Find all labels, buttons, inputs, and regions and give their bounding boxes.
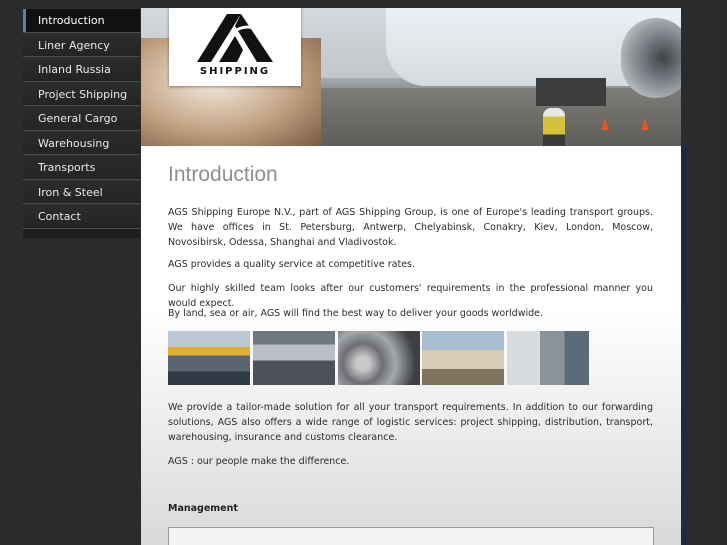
ags-logo-mark-icon (197, 14, 273, 62)
sidebar-item-liner-agency[interactable]: Liner Agency (23, 32, 140, 57)
right-edge-bar (681, 145, 687, 545)
gallery-photo-air-cargo[interactable] (422, 331, 504, 385)
sidebar-item-iron-steel[interactable]: Iron & Steel (23, 179, 140, 204)
gallery-photo-container-loading[interactable] (507, 331, 589, 385)
sidebar-item-inland-russia[interactable]: Inland Russia (23, 57, 140, 82)
main-content: SHIPPING Introduction AGS Shipping Europ… (141, 8, 681, 545)
gallery-photo-warehouse-cargo[interactable] (253, 331, 335, 385)
page-title: Introduction (168, 163, 278, 186)
sidebar-item-project-shipping[interactable]: Project Shipping (23, 81, 140, 106)
banner-landing-gear (536, 78, 606, 106)
sidebar-item-introduction[interactable]: Introduction (23, 8, 140, 33)
sidebar-nav: Introduction Liner Agency Inland Russia … (23, 8, 140, 238)
worldwide-paragraph: By land, sea or air, AGS will find the b… (168, 308, 544, 319)
services-paragraph: We provide a tailor-made solution for al… (168, 402, 653, 443)
gallery-photo-steel-coils[interactable] (338, 331, 420, 385)
banner-worker (543, 108, 565, 146)
management-heading: Management (168, 503, 238, 514)
banner-traffic-cone (601, 118, 609, 130)
quality-paragraph: AGS provides a quality service at compet… (168, 259, 416, 270)
logo-wordmark: SHIPPING (199, 66, 271, 77)
sidebar-item-contact[interactable]: Contact (23, 204, 140, 229)
sidebar-item-general-cargo[interactable]: General Cargo (23, 106, 140, 131)
intro-paragraph: AGS Shipping Europe N.V., part of AGS Sh… (168, 207, 653, 248)
banner-aircraft-engine (621, 18, 681, 98)
gallery-photo-port-crane[interactable] (168, 331, 250, 385)
ags-logo[interactable]: SHIPPING (169, 8, 301, 86)
banner-traffic-cone (641, 118, 649, 130)
sidebar-item-transports[interactable]: Transports (23, 155, 140, 180)
slogan-paragraph: AGS : our people make the difference. (168, 456, 350, 467)
management-panel (168, 527, 654, 545)
sidebar-item-warehousing[interactable]: Warehousing (23, 130, 140, 155)
